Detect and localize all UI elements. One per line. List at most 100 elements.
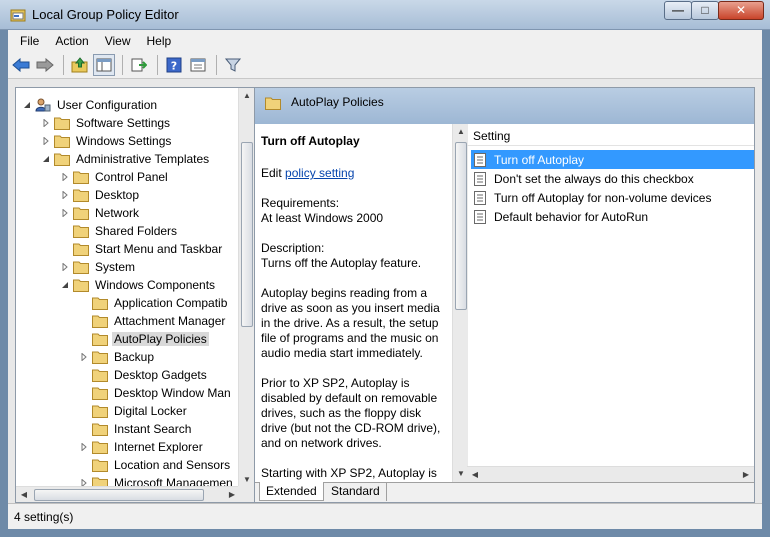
tree-item[interactable]: Network: [60, 204, 141, 222]
export-list-icon: [131, 58, 147, 71]
tree-item[interactable]: Desktop: [60, 186, 141, 204]
collapse-arrow-icon[interactable]: [60, 276, 70, 294]
folder-icon: [73, 243, 89, 256]
expand-arrow-icon[interactable]: [41, 114, 51, 132]
tree-item-label: Digital Locker: [114, 404, 187, 418]
properties-button[interactable]: [187, 54, 209, 76]
tree-item[interactable]: Instant Search: [79, 420, 193, 438]
menu-file[interactable]: File: [12, 34, 47, 48]
tree-item[interactable]: Application Compatib: [79, 294, 229, 312]
tree-item-label: Backup: [114, 350, 155, 364]
close-icon: ✕: [735, 3, 747, 17]
tree-item[interactable]: System: [60, 258, 137, 276]
tree-item-label: Desktop Gadgets: [114, 368, 207, 382]
tree-item[interactable]: User Configuration: [22, 96, 159, 114]
menu-action[interactable]: Action: [47, 34, 96, 48]
tree-item[interactable]: Desktop Window Man: [79, 384, 233, 402]
setting-row[interactable]: Turn off Autoplay: [471, 150, 754, 169]
export-list-button[interactable]: [128, 54, 150, 76]
tree-item[interactable]: Control Panel: [60, 168, 170, 186]
edit-line: Edit policy setting: [261, 166, 447, 181]
tree-item[interactable]: Internet Explorer: [79, 438, 205, 456]
scroll-up-arrow-icon[interactable]: ▲: [239, 88, 254, 104]
status-text: 4 setting(s): [14, 510, 74, 524]
tree-item[interactable]: Start Menu and Taskbar: [60, 240, 224, 258]
tree-item[interactable]: Windows Components: [60, 276, 217, 294]
tree-item[interactable]: AutoPlay Policies: [79, 330, 209, 348]
scroll-thumb[interactable]: [455, 142, 467, 310]
tab-standard[interactable]: Standard: [325, 482, 387, 501]
toolbar-separator: [122, 54, 123, 75]
tree-item[interactable]: Administrative Templates: [41, 150, 211, 168]
folder-icon: [92, 405, 108, 418]
collapse-arrow-icon[interactable]: [22, 96, 32, 114]
tree-item[interactable]: Digital Locker: [79, 402, 189, 420]
tab-extended[interactable]: Extended: [259, 482, 324, 501]
requirements-label: Requirements:: [261, 196, 340, 210]
folder-icon: [92, 459, 108, 472]
description-vertical-scrollbar[interactable]: ▲ ▼: [452, 124, 468, 482]
expand-arrow-icon[interactable]: [60, 204, 70, 222]
scroll-left-arrow-icon[interactable]: ◀: [467, 467, 483, 483]
setting-label: Don't set the always do this checkbox: [494, 171, 694, 186]
folder-icon: [92, 369, 108, 382]
forward-button[interactable]: [34, 54, 56, 76]
tree-item-label: Shared Folders: [95, 224, 178, 238]
maximize-button[interactable]: □: [691, 1, 719, 20]
expand-arrow-icon[interactable]: [60, 186, 70, 204]
back-icon: [12, 57, 30, 72]
forward-icon: [36, 57, 54, 72]
requirements-value: At least Windows 2000: [261, 211, 384, 225]
menu-help[interactable]: Help: [139, 34, 180, 48]
scroll-thumb[interactable]: [241, 142, 253, 327]
menu-view[interactable]: View: [97, 34, 139, 48]
setting-column-label: Setting: [473, 129, 511, 143]
tree-item[interactable]: Windows Settings: [41, 132, 173, 150]
expand-arrow-icon[interactable]: [60, 258, 70, 276]
setting-label: Turn off Autoplay for non-volume devices: [494, 190, 712, 205]
tree-item[interactable]: Shared Folders: [60, 222, 179, 240]
policy-setting-link[interactable]: policy setting: [285, 166, 354, 180]
scroll-left-arrow-icon[interactable]: ◀: [16, 487, 32, 502]
tree-vertical-scrollbar[interactable]: ▲ ▼: [238, 88, 254, 488]
close-button[interactable]: ✕: [718, 1, 764, 20]
tree-item-label: Windows Components: [95, 278, 216, 292]
expand-arrow-icon[interactable]: [41, 132, 51, 150]
tree-item-label: Location and Sensors: [114, 458, 231, 472]
expand-arrow-icon[interactable]: [79, 438, 89, 456]
tree-item-label: Desktop Window Man: [114, 386, 231, 400]
minimize-button[interactable]: —: [664, 1, 692, 20]
setting-row[interactable]: Default behavior for AutoRun: [471, 207, 754, 226]
tree-item[interactable]: Software Settings: [41, 114, 172, 132]
back-button[interactable]: [10, 54, 32, 76]
expand-arrow-icon[interactable]: [60, 168, 70, 186]
main-frame: User Configuration Software Settings Windo…: [8, 79, 762, 503]
help-button[interactable]: ?: [163, 54, 185, 76]
expand-arrow-icon[interactable]: [79, 348, 89, 366]
tree-item-label: User Configuration: [57, 98, 158, 112]
setting-row[interactable]: Turn off Autoplay for non-volume devices: [471, 188, 754, 207]
folder-icon: [54, 117, 70, 130]
filter-button[interactable]: [222, 54, 244, 76]
tree-item-label: System: [95, 260, 136, 274]
tree-item-label: Application Compatib: [114, 296, 228, 310]
status-bar: 4 setting(s): [8, 503, 762, 529]
tree-item[interactable]: Desktop Gadgets: [79, 366, 209, 384]
tree-item[interactable]: Location and Sensors: [79, 456, 232, 474]
show-hide-tree-button[interactable]: [93, 53, 115, 76]
folder-icon: [92, 315, 108, 328]
tree-horizontal-scrollbar[interactable]: ◀ ▶: [16, 486, 240, 502]
setting-row[interactable]: Don't set the always do this checkbox: [471, 169, 754, 188]
tree-item[interactable]: Attachment Manager: [79, 312, 227, 330]
settings-horizontal-scrollbar[interactable]: ◀ ▶: [467, 466, 754, 482]
window-controls: — □ ✕: [664, 1, 764, 20]
svg-text:?: ?: [171, 59, 177, 72]
scroll-right-arrow-icon[interactable]: ▶: [738, 467, 754, 483]
up-one-level-button[interactable]: [69, 54, 91, 76]
collapse-arrow-icon[interactable]: [41, 150, 51, 168]
scroll-thumb[interactable]: [34, 489, 204, 501]
tree-item[interactable]: Backup: [79, 348, 156, 366]
setting-column-header[interactable]: Setting: [467, 124, 754, 146]
